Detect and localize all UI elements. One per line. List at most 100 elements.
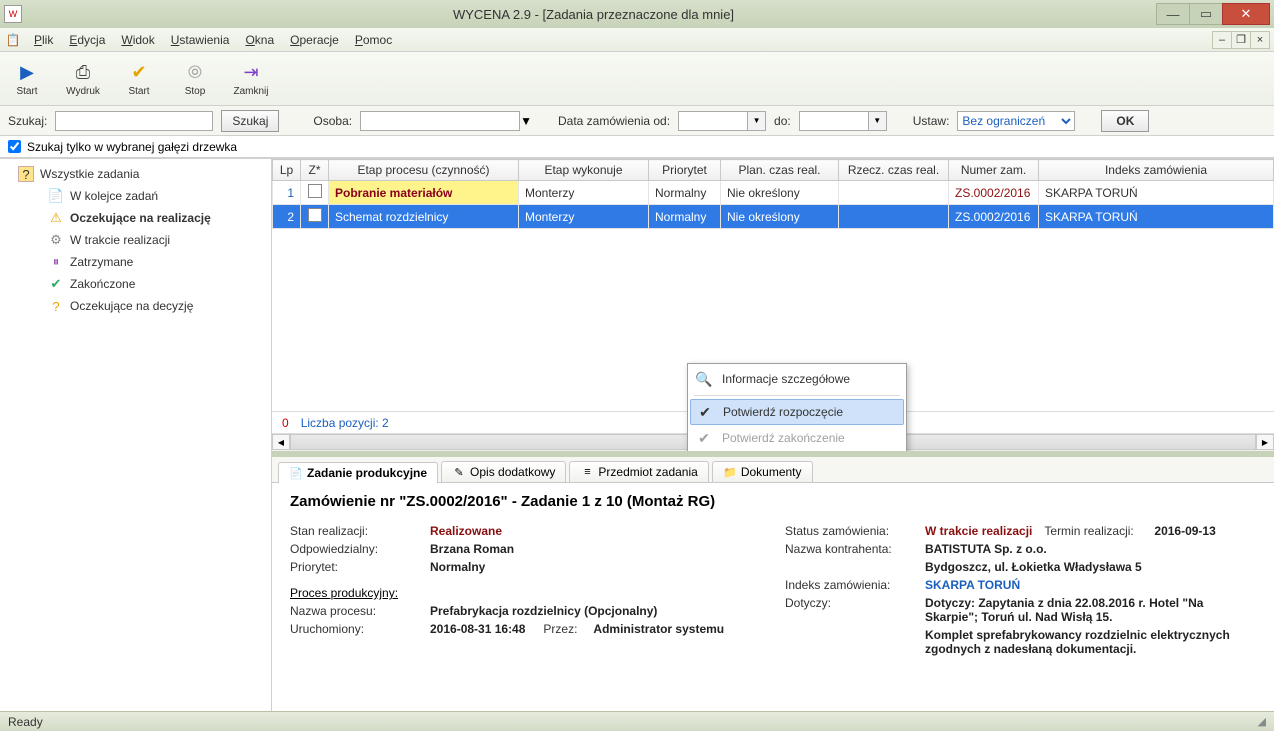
tab-icon: 📁 — [723, 465, 737, 479]
column-header[interactable]: Indeks zamówienia — [1039, 160, 1274, 181]
start-icon: ✔ — [127, 60, 151, 84]
ustaw-label: Ustaw: — [913, 114, 950, 128]
search-label: Szukaj: — [8, 114, 47, 128]
table-row[interactable]: 1Pobranie materiałówMonterzyNormalnyNie … — [273, 181, 1274, 205]
tree-item[interactable]: ⏸Zatrzymane — [0, 251, 271, 273]
toolbar-wydruk-button[interactable]: ⎙Wydruk — [62, 60, 104, 97]
tree-icon: 📄 — [48, 188, 64, 204]
menu-separator — [694, 395, 900, 396]
menu-operacje[interactable]: Operacje — [284, 31, 345, 49]
column-header[interactable]: Z* — [301, 160, 329, 181]
tree-root[interactable]: ? Wszystkie zadania — [0, 163, 271, 185]
filter-bar-2: Szukaj tylko w wybranej gałęzi drzewka — [0, 136, 1274, 158]
tab[interactable]: 📄Zadanie produkcyjne — [278, 462, 438, 483]
zamknij-icon: ⇥ — [239, 60, 263, 84]
stop-icon: ⦾ — [183, 60, 207, 84]
context-menu-item: ✔Potwierdź zakończenie — [690, 425, 904, 451]
scroll-left-button[interactable]: ◀ — [272, 434, 290, 450]
toolbar: ▶Start ⎙Wydruk ✔Start ⦾Stop ⇥Zamknij — [0, 52, 1274, 106]
tree-icon: ⚠ — [48, 210, 64, 226]
date-from-input[interactable] — [678, 111, 748, 131]
column-header[interactable]: Lp — [273, 160, 301, 181]
kontr-addr: Bydgoszcz, ul. Łokietka Władysława 5 — [925, 560, 1142, 574]
window-title: WYCENA 2.9 - [Zadania przeznaczone dla m… — [30, 7, 1157, 22]
menu-ustawienia[interactable]: Ustawienia — [165, 31, 236, 49]
menu-edycja[interactable]: Edycja — [63, 31, 111, 49]
tree-item[interactable]: ?Oczekujące na decyzję — [0, 295, 271, 317]
osoba-label: Osoba: — [313, 114, 352, 128]
ustaw-select[interactable]: Bez ograniczeń — [957, 111, 1075, 131]
menu-widok[interactable]: Widok — [115, 31, 160, 49]
tree-icon: ⏸ — [48, 254, 64, 270]
tab[interactable]: ✎Opis dodatkowy — [441, 461, 566, 482]
mdi-close-button[interactable]: × — [1250, 31, 1270, 49]
tree-item[interactable]: ⚠Oczekujące na realizację — [0, 207, 271, 229]
toolbar-stop-button[interactable]: ⦾Stop — [174, 60, 216, 97]
date-from-label: Data zamówienia od: — [558, 114, 670, 128]
tab[interactable]: ≡Przedmiot zadania — [569, 461, 708, 482]
mdi-minimize-button[interactable]: – — [1212, 31, 1232, 49]
column-header[interactable]: Rzecz. czas real. — [839, 160, 949, 181]
indeks-value: SKARPA TORUŃ — [925, 578, 1020, 592]
main-area: ? Wszystkie zadania 📄W kolejce zadań⚠Ocz… — [0, 158, 1274, 711]
footer-count: Liczba pozycji: 2 — [301, 416, 389, 430]
table-row[interactable]: 2Schemat rozdzielnicyMonterzyNormalnyNie… — [273, 205, 1274, 229]
tree-icon: ⚙ — [48, 232, 64, 248]
tree-item[interactable]: ⚙W trakcie realizacji — [0, 229, 271, 251]
search-input[interactable] — [55, 111, 213, 131]
only-branch-checkbox[interactable] — [8, 140, 21, 153]
toolbar-zamknij-button[interactable]: ⇥Zamknij — [230, 60, 272, 97]
wydruk-icon: ⎙ — [71, 60, 95, 84]
termin-value: 2016-09-13 — [1154, 524, 1215, 538]
osoba-combo[interactable] — [360, 111, 520, 131]
scroll-right-button[interactable]: ▶ — [1256, 434, 1274, 450]
calendar-icon: 📋 — [4, 31, 22, 49]
context-menu: 🔍Informacje szczegółowe ✔Potwierdź rozpoc… — [687, 363, 907, 451]
context-menu-item[interactable]: 🔍Informacje szczegółowe — [690, 366, 904, 392]
resize-grip-icon[interactable]: ◢ — [1258, 715, 1266, 728]
column-header[interactable]: Etap wykonuje — [519, 160, 649, 181]
date-to-input[interactable] — [799, 111, 869, 131]
tab[interactable]: 📁Dokumenty — [712, 461, 813, 482]
menu-plik[interactable]: Plik — [28, 31, 59, 49]
ok-button[interactable]: OK — [1101, 110, 1149, 132]
column-header[interactable]: Plan. czas real. — [721, 160, 839, 181]
checkbox[interactable] — [308, 208, 322, 222]
status-text: Ready — [8, 715, 43, 729]
sidebar: ? Wszystkie zadania 📄W kolejce zadań⚠Ocz… — [0, 159, 272, 711]
details-panel: Zamówienie nr "ZS.0002/2016" - Zadanie 1… — [272, 483, 1274, 711]
menu-icon: ✔ — [694, 430, 714, 447]
context-menu-item[interactable]: ✔Potwierdź rozpoczęcie — [690, 399, 904, 425]
tab-strip: 📄Zadanie produkcyjne✎Opis dodatkowy≡Prze… — [272, 457, 1274, 483]
checkbox[interactable] — [308, 184, 322, 198]
toolbar-start-button[interactable]: ▶Start — [6, 60, 48, 97]
uruch-value: 2016-08-31 16:48 — [430, 622, 525, 636]
column-header[interactable]: Etap procesu (czynność) — [329, 160, 519, 181]
column-header[interactable]: Numer zam. — [949, 160, 1039, 181]
toolbar-start-button[interactable]: ✔Start — [118, 60, 160, 97]
menu-icon: 🔍 — [694, 371, 714, 388]
mdi-restore-button[interactable]: ❐ — [1231, 31, 1251, 49]
maximize-button[interactable]: ▭ — [1189, 3, 1223, 25]
search-button[interactable]: Szukaj — [221, 110, 279, 132]
stan-value: Realizowane — [430, 524, 502, 538]
chevron-down-icon[interactable]: ▼ — [748, 111, 766, 131]
date-to-label: do: — [774, 114, 791, 128]
chevron-down-icon[interactable]: ▼ — [520, 114, 532, 128]
app-icon: W — [4, 5, 22, 23]
menu-pomoc[interactable]: Pomoc — [349, 31, 398, 49]
filter-bar: Szukaj: Szukaj Osoba: ▼ Data zamówienia … — [0, 106, 1274, 136]
menu-icon: ✔ — [695, 404, 715, 421]
dot-value2: Komplet sprefabrykowancy rozdzielnic ele… — [925, 628, 1256, 656]
tree-item[interactable]: 📄W kolejce zadań — [0, 185, 271, 207]
tree-item[interactable]: ✔Zakończone — [0, 273, 271, 295]
chevron-down-icon[interactable]: ▼ — [869, 111, 887, 131]
menu-okna[interactable]: Okna — [239, 31, 280, 49]
titlebar: W WYCENA 2.9 - [Zadania przeznaczone dla… — [0, 0, 1274, 28]
column-header[interactable]: Priorytet — [649, 160, 721, 181]
question-icon: ? — [18, 166, 34, 182]
kontr-value: BATISTUTA Sp. z o.o. — [925, 542, 1047, 556]
close-button[interactable]: ✕ — [1222, 3, 1270, 25]
grid-wrap: LpZ*Etap procesu (czynność)Etap wykonuje… — [272, 159, 1274, 451]
minimize-button[interactable]: — — [1156, 3, 1190, 25]
